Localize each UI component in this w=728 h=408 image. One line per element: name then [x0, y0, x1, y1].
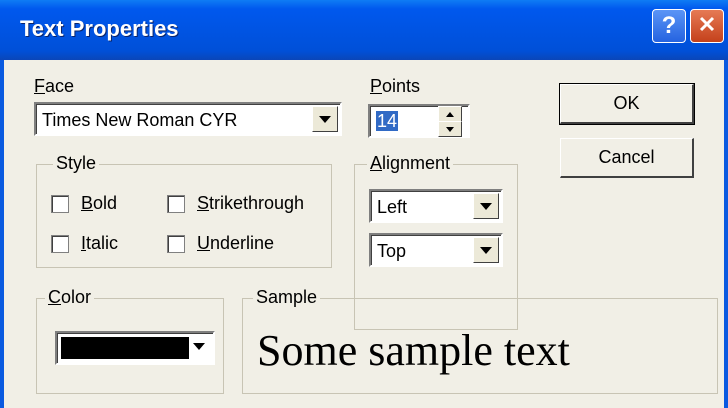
- points-stepper[interactable]: 14: [368, 104, 470, 138]
- help-button[interactable]: ?: [652, 9, 686, 43]
- points-decrement-button[interactable]: [438, 121, 462, 137]
- color-picker[interactable]: [55, 331, 215, 365]
- ok-button[interactable]: OK: [559, 83, 695, 125]
- chevron-down-icon: [319, 115, 331, 123]
- chevron-down-icon: [480, 246, 492, 254]
- sample-legend: Sample: [253, 287, 321, 308]
- underline-checkbox[interactable]: [167, 235, 185, 253]
- chevron-down-icon: [193, 343, 205, 350]
- italic-label: Italic: [81, 233, 119, 253]
- sample-group: Sample Some sample text: [242, 287, 718, 394]
- help-icon: ?: [661, 12, 677, 39]
- vertical-alignment-select[interactable]: Top: [369, 233, 503, 267]
- cancel-button[interactable]: Cancel: [560, 138, 694, 178]
- bold-checkbox[interactable]: [51, 195, 69, 213]
- strikethrough-label: Strikethrough: [197, 193, 305, 213]
- bold-label: Bold: [81, 193, 118, 213]
- arrow-up-icon: [446, 111, 454, 117]
- dialog-title: Text Properties: [20, 16, 179, 41]
- dialog-body: Face Times New Roman CYR Style Bold Stri…: [4, 60, 724, 408]
- arrow-down-icon: [446, 126, 454, 132]
- points-value[interactable]: 14: [376, 111, 399, 131]
- italic-checkbox[interactable]: [51, 235, 69, 253]
- sample-text: Some sample text: [257, 326, 570, 375]
- style-group: Style Bold Strikethrough Italic Underlin…: [36, 153, 332, 268]
- vertical-alignment-value: Top: [377, 241, 407, 261]
- style-legend: Style: [53, 153, 100, 174]
- text-properties-dialog: Text Properties ? Face Times New Roman C…: [0, 0, 728, 408]
- face-value: Times New Roman CYR: [42, 110, 238, 130]
- points-label: Points: [370, 76, 421, 96]
- color-group: Color: [36, 287, 224, 394]
- horizontal-alignment-select[interactable]: Left: [369, 189, 503, 223]
- horizontal-alignment-dropdown-button[interactable]: [473, 193, 499, 219]
- face-select[interactable]: Times New Roman CYR: [34, 102, 342, 136]
- underline-label: Underline: [197, 233, 275, 253]
- points-increment-button[interactable]: [438, 106, 462, 122]
- close-button[interactable]: [690, 9, 724, 43]
- strikethrough-checkbox[interactable]: [167, 195, 185, 213]
- vertical-alignment-dropdown-button[interactable]: [473, 237, 499, 263]
- color-swatch: [61, 337, 189, 359]
- color-legend: Color: [45, 287, 95, 308]
- alignment-legend: Alignment: [367, 153, 454, 174]
- horizontal-alignment-value: Left: [377, 197, 408, 217]
- face-label: Face: [34, 76, 75, 96]
- face-dropdown-button[interactable]: [312, 106, 338, 132]
- chevron-down-icon: [480, 202, 492, 210]
- close-icon: [698, 15, 716, 38]
- title-bar[interactable]: Text Properties ?: [0, 0, 728, 60]
